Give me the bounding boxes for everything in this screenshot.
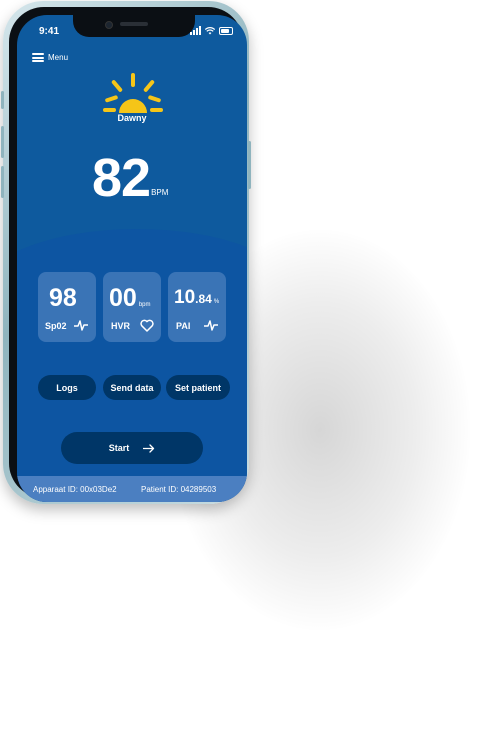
status-time: 9:41 — [39, 26, 60, 37]
hamburger-icon — [32, 53, 44, 62]
pulse-icon — [74, 320, 88, 331]
spo2-card[interactable]: 98 Sp02 — [38, 272, 96, 342]
power-button — [248, 141, 251, 189]
heart-icon — [140, 319, 154, 332]
start-label: Start — [108, 443, 130, 453]
brand-name: Dawny — [117, 113, 147, 123]
spo2-value: 98 — [49, 284, 77, 312]
status-icons — [190, 26, 233, 35]
hvr-unit: bpm — [138, 302, 151, 308]
earpiece-speaker — [120, 22, 148, 26]
heart-rate-readout: 82 BPM — [92, 149, 168, 207]
heart-rate-unit: BPM — [151, 188, 169, 197]
send-data-button[interactable]: Send data — [103, 375, 161, 400]
logs-button[interactable]: Logs — [38, 375, 96, 400]
wifi-icon — [205, 27, 215, 35]
patient-id: Patient ID: 04289503 — [141, 484, 217, 494]
pulse-icon — [204, 320, 218, 331]
pai-value-group: 10.84 % — [174, 285, 219, 315]
phone-frame: 9:41 Menu Dawny 82 BPM 98 Sp02 00 bpm HV… — [1, 1, 251, 504]
heart-rate-value: 82 — [92, 148, 151, 208]
camera-notch — [73, 15, 195, 37]
spo2-label: Sp02 — [45, 321, 67, 331]
footer-bar: Apparaat ID: 00x03De2 Patient ID: 042895… — [17, 476, 247, 502]
pai-label: PAI — [176, 321, 191, 331]
hvr-card[interactable]: 00 bpm HVR — [103, 272, 161, 342]
app-screen: 9:41 Menu Dawny 82 BPM 98 Sp02 00 bpm HV… — [17, 15, 247, 502]
pai-decimal: .84 — [195, 292, 212, 306]
battery-icon — [219, 27, 233, 35]
device-id: Apparaat ID: 00x03De2 — [33, 484, 117, 494]
hvr-value: 00 — [109, 284, 137, 312]
signal-icon — [190, 26, 201, 35]
menu-label: Menu — [48, 53, 69, 62]
hvr-value-group: 00 bpm — [109, 285, 150, 318]
hvr-label: HVR — [111, 321, 131, 331]
sun-logo-icon — [103, 73, 163, 113]
front-camera — [105, 21, 113, 29]
pai-value: 10 — [174, 287, 196, 308]
mute-switch — [1, 91, 4, 109]
volume-up-button — [1, 126, 4, 158]
set-patient-button[interactable]: Set patient — [166, 375, 230, 400]
arrow-right-icon — [143, 443, 155, 453]
pai-unit: % — [213, 299, 220, 305]
phone-bezel: 9:41 Menu Dawny 82 BPM 98 Sp02 00 bpm HV… — [9, 7, 247, 502]
volume-down-button — [1, 166, 4, 198]
menu-button[interactable]: Menu — [32, 53, 68, 62]
pai-card[interactable]: 10.84 % PAI — [168, 272, 226, 342]
start-button[interactable]: Start — [61, 432, 203, 464]
